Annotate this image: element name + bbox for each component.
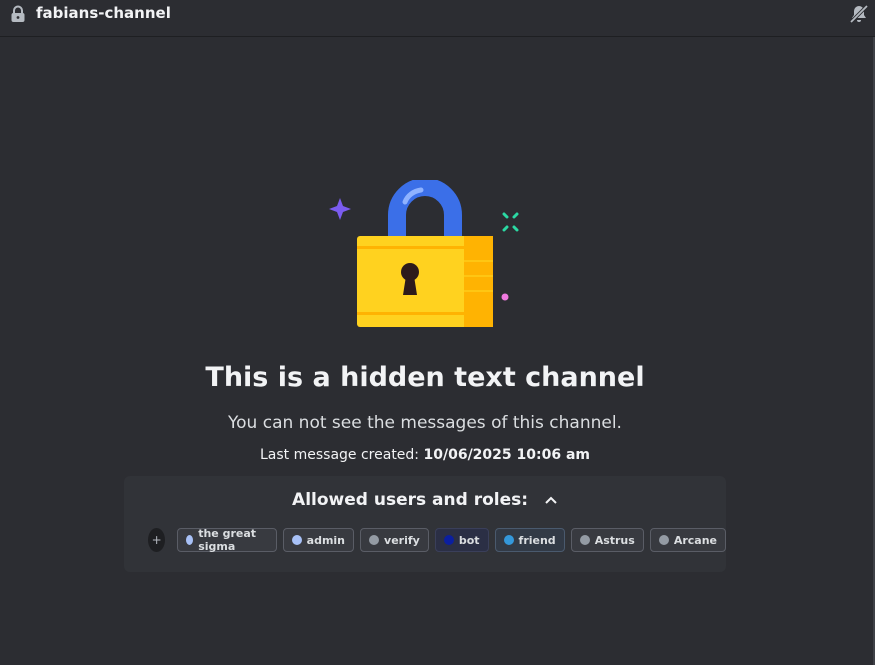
last-message-label: Last message created: — [260, 447, 420, 463]
role-label: Astrus — [594, 533, 635, 547]
role-color-dot — [443, 535, 454, 545]
roles-list: + the great sigma admin verify bot frien… — [148, 527, 726, 553]
role-chip[interactable]: bot — [434, 528, 489, 552]
role-chip[interactable]: verify — [360, 528, 429, 552]
last-message-info: Last message created: 10/06/2025 10:06 a… — [0, 447, 850, 463]
role-label: bot — [458, 533, 480, 547]
channel-name: fabians-channel — [36, 4, 171, 22]
allowed-roles-panel: Allowed users and roles: + the great sig… — [124, 476, 726, 572]
allowed-roles-header: Allowed users and roles: — [292, 490, 529, 510]
role-chip[interactable]: the great sigma — [177, 527, 277, 553]
hidden-channel-subtitle: You can not see the messages of this cha… — [228, 413, 622, 433]
mute-notifications-icon[interactable] — [849, 4, 869, 24]
role-color-dot — [503, 535, 514, 545]
role-label: admin — [306, 533, 346, 547]
role-color-dot — [186, 535, 194, 545]
role-color-dot — [658, 535, 669, 545]
padlock-illustration — [329, 180, 519, 327]
hidden-channel-title: This is a hidden text channel — [205, 362, 645, 393]
last-message-value: 10/06/2025 10:06 am — [423, 447, 590, 463]
role-chip[interactable]: friend — [494, 528, 565, 552]
role-color-dot — [579, 535, 590, 545]
channel-header: fabians-channel — [0, 0, 875, 37]
role-label: friend — [518, 533, 556, 547]
role-label: the great sigma — [198, 527, 257, 553]
role-chip[interactable]: Arcane — [649, 528, 726, 552]
role-chip[interactable]: Astrus — [570, 528, 644, 552]
role-chip[interactable]: admin — [282, 528, 355, 552]
role-color-dot — [369, 535, 380, 545]
add-role-button[interactable]: + — [148, 528, 166, 552]
role-label: verify — [384, 533, 420, 547]
role-color-dot — [291, 535, 302, 545]
chevron-up-icon — [545, 496, 557, 504]
lock-icon — [11, 5, 25, 22]
role-label: Arcane — [673, 533, 717, 547]
allowed-roles-toggle[interactable]: Allowed users and roles: — [124, 490, 726, 510]
